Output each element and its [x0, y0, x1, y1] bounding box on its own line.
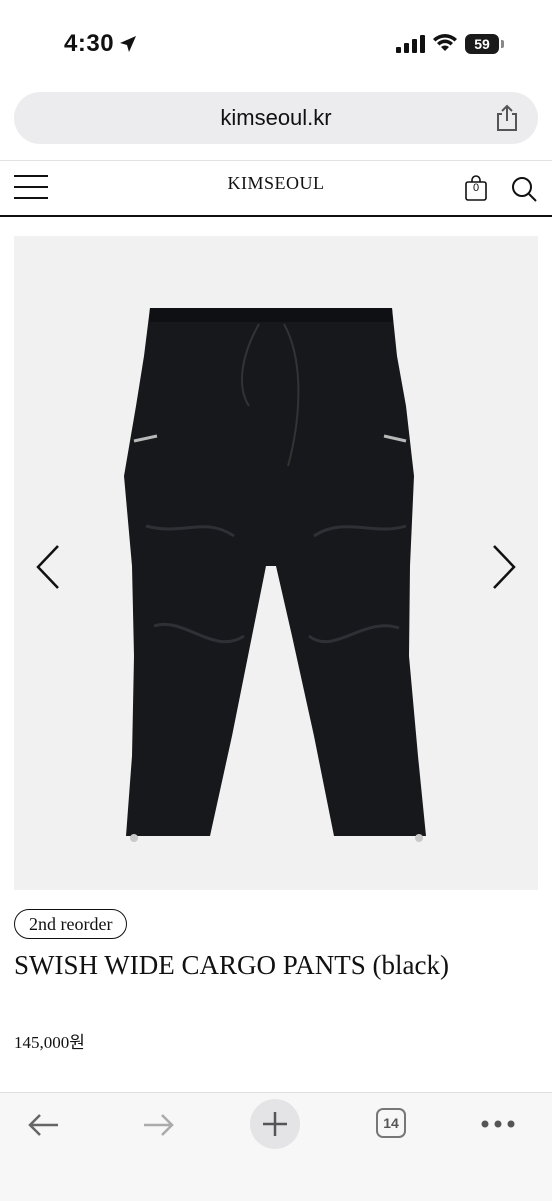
- battery-cap: [501, 40, 504, 48]
- address-bar[interactable]: kimseoul.kr: [14, 92, 538, 144]
- product-image: [124, 308, 426, 842]
- url-text[interactable]: kimseoul.kr: [14, 105, 538, 131]
- new-tab-button[interactable]: [250, 1099, 300, 1149]
- product-price: 145,000원: [14, 1033, 85, 1052]
- cart-count: 0: [472, 182, 480, 194]
- cart-button[interactable]: 0: [464, 175, 488, 201]
- product-title: SWISH WIDE CARGO PANTS (black): [14, 950, 449, 980]
- search-icon[interactable]: [510, 175, 538, 203]
- wifi-icon: [433, 34, 457, 51]
- forward-arrow-icon[interactable]: [142, 1111, 176, 1139]
- battery-level: 59: [474, 36, 490, 52]
- share-icon[interactable]: [494, 104, 520, 132]
- location-arrow-icon: [120, 36, 136, 52]
- site-header: KIMSEOUL 0: [0, 160, 552, 217]
- chevron-left-icon[interactable]: [34, 544, 64, 590]
- status-bar: 4:30 59: [0, 0, 552, 90]
- product-image-carousel[interactable]: [14, 236, 538, 890]
- reorder-badge: 2nd reorder: [14, 909, 128, 939]
- cellular-signal-icon: [396, 35, 425, 53]
- tab-count: 14: [383, 1115, 399, 1131]
- battery-indicator: 59: [465, 34, 499, 54]
- plus-icon: [263, 1112, 287, 1136]
- browser-toolbar: 14: [0, 1092, 552, 1201]
- chevron-right-icon[interactable]: [488, 544, 518, 590]
- status-time: 4:30: [64, 30, 115, 57]
- tabs-button[interactable]: 14: [376, 1108, 406, 1138]
- back-arrow-icon[interactable]: [26, 1111, 60, 1139]
- more-icon[interactable]: [480, 1119, 516, 1129]
